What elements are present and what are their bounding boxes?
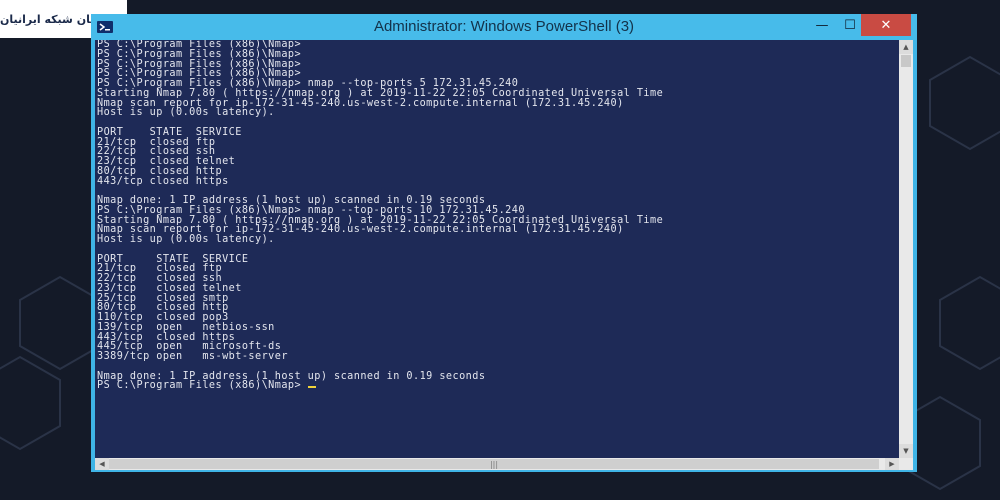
scroll-up-icon[interactable]: ▲: [899, 40, 913, 54]
vertical-scroll-thumb[interactable]: [901, 55, 911, 67]
vertical-scrollbar[interactable]: ▲ ▼: [899, 40, 913, 458]
close-button[interactable]: ✕: [861, 14, 911, 36]
minimize-button[interactable]: —: [809, 14, 835, 36]
scroll-right-icon[interactable]: ▶: [885, 458, 899, 470]
close-icon: ✕: [880, 17, 892, 33]
console-text: PS C:\Program Files (x86)\Nmap> PS C:\Pr…: [95, 40, 899, 391]
horizontal-scroll-thumb[interactable]: |||: [109, 459, 879, 469]
window-title: Administrator: Windows PowerShell (3): [373, 18, 635, 35]
maximize-icon: ☐: [844, 17, 856, 33]
scroll-left-icon[interactable]: ◀: [95, 458, 109, 470]
scrollbar-corner: [899, 458, 913, 470]
minimize-icon: —: [815, 17, 829, 33]
powershell-window: Administrator: Windows PowerShell (3) — …: [91, 14, 917, 472]
console-line: 443/tcp closed https: [97, 175, 229, 187]
horizontal-scrollbar[interactable]: ◀ ||| ▶: [95, 458, 899, 470]
console-line: 3389/tcp open ms-wbt-server: [97, 351, 288, 362]
console-prompt: PS C:\Program Files (x86)\Nmap>: [97, 380, 308, 392]
scroll-down-icon[interactable]: ▼: [899, 444, 913, 458]
title-bar[interactable]: Administrator: Windows PowerShell (3) — …: [91, 14, 917, 40]
text-cursor: [307, 386, 316, 389]
console-output[interactable]: PS C:\Program Files (x86)\Nmap> PS C:\Pr…: [95, 40, 899, 458]
maximize-button[interactable]: ☐: [837, 14, 863, 36]
console-line: Host is up (0.00s latency).: [97, 107, 275, 119]
console-line: Host is up (0.00s latency).: [97, 234, 275, 245]
